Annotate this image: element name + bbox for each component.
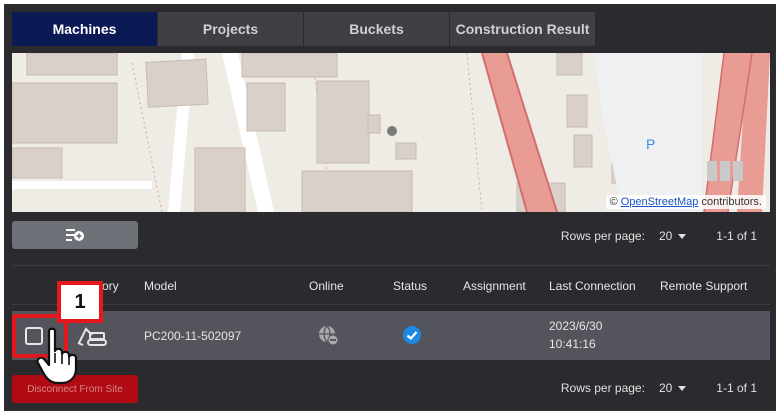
machines-panel: Machines Projects Buckets Construction R… bbox=[4, 4, 776, 411]
pointer-hand-icon bbox=[36, 327, 78, 385]
tab-bar: Machines Projects Buckets Construction R… bbox=[12, 12, 596, 46]
rows-per-page-select[interactable]: 20 bbox=[659, 229, 687, 243]
tab-projects[interactable]: Projects bbox=[158, 12, 303, 46]
step-badge: 1 bbox=[57, 281, 103, 323]
machine-location-marker[interactable] bbox=[387, 126, 397, 136]
bottom-pagination: Rows per page: 20 1-1 of 1 bbox=[560, 381, 757, 395]
col-last-connection[interactable]: Last Connection bbox=[549, 279, 636, 293]
tab-construction-result[interactable]: Construction Result bbox=[450, 12, 595, 46]
col-online[interactable]: Online bbox=[309, 279, 344, 293]
model-cell: PC200-11-502097 bbox=[144, 329, 242, 343]
caret-down-icon bbox=[678, 233, 687, 239]
caret-down-icon bbox=[678, 385, 687, 391]
playlist-add-icon bbox=[66, 229, 84, 241]
rows-per-page-select-bottom[interactable]: 20 bbox=[659, 381, 687, 395]
add-machine-button[interactable] bbox=[12, 221, 138, 249]
offline-globe-icon bbox=[317, 324, 339, 349]
last-connection-date: 2023/6/30 bbox=[549, 319, 603, 333]
last-connection-time: 10:41:16 bbox=[549, 337, 596, 351]
site-map[interactable]: P © OpenStreetMap contributors. bbox=[12, 53, 770, 212]
tab-buckets[interactable]: Buckets bbox=[304, 12, 449, 46]
map-attribution: © OpenStreetMap contributors. bbox=[605, 195, 766, 209]
map-canvas: P bbox=[12, 53, 770, 212]
openstreetmap-link[interactable]: OpenStreetMap bbox=[621, 196, 699, 208]
col-category[interactable]: ory bbox=[102, 279, 119, 293]
col-model[interactable]: Model bbox=[144, 279, 177, 293]
table-row[interactable]: PC200-11-502097 2023/6/30 10:41:16 bbox=[12, 311, 770, 360]
tab-machines[interactable]: Machines bbox=[12, 12, 157, 46]
col-remote-support[interactable]: Remote Support bbox=[660, 279, 747, 293]
top-pagination: Rows per page: 20 1-1 of 1 bbox=[560, 229, 757, 243]
check-circle-icon bbox=[401, 324, 423, 349]
col-status[interactable]: Status bbox=[393, 279, 427, 293]
table-header: ory Model Online Status Assignment Last … bbox=[12, 265, 770, 305]
col-assignment[interactable]: Assignment bbox=[463, 279, 526, 293]
parking-label: P bbox=[646, 136, 655, 152]
